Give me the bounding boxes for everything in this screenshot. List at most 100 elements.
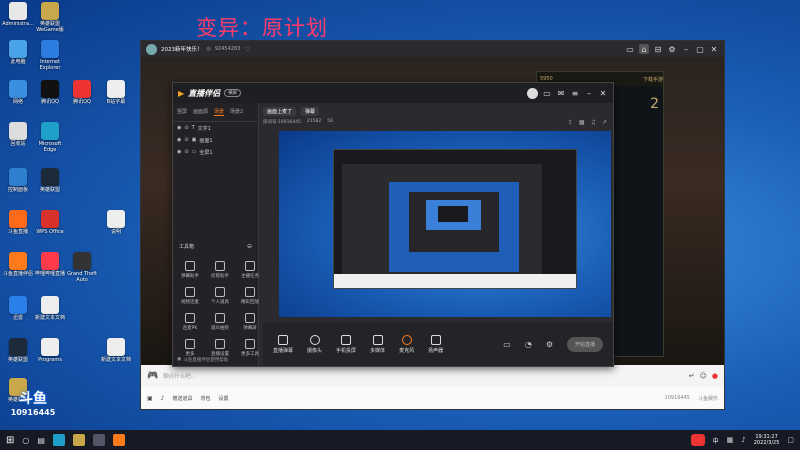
toolbox-item[interactable]: 更多工具 bbox=[235, 339, 265, 357]
bell-icon[interactable]: ♫ bbox=[591, 119, 596, 126]
eye-icon[interactable]: ◉ bbox=[177, 125, 181, 131]
mail-icon[interactable]: ✉ bbox=[556, 88, 566, 98]
toolbox-item[interactable]: 精彩回放 bbox=[235, 287, 265, 305]
record-icon[interactable]: ▭ bbox=[503, 340, 511, 349]
download-mobile-link[interactable]: 下载手游 bbox=[643, 76, 663, 83]
microphone-button[interactable]: 麦克风 bbox=[399, 334, 414, 354]
mode-badge[interactable]: 横屏 bbox=[224, 89, 242, 97]
desktop-icon[interactable]: Programs bbox=[34, 338, 66, 363]
phone-cast-button[interactable]: 手机投屏 bbox=[336, 334, 356, 354]
desktop-icon[interactable]: 哔哩哔哩直播 bbox=[34, 252, 66, 277]
share-arrow-icon[interactable]: ↗ bbox=[602, 119, 607, 126]
league-taskbar-icon[interactable] bbox=[72, 434, 85, 446]
desktop-icon[interactable]: Microsoft Edge bbox=[34, 122, 66, 153]
desktop-icon[interactable]: WPS Office bbox=[34, 210, 66, 235]
desktop-icon[interactable]: 腾讯QQ bbox=[66, 80, 98, 105]
controller-icon[interactable]: ⊟ bbox=[653, 44, 663, 54]
display-icon[interactable]: ▭ bbox=[625, 44, 635, 54]
volume-icon[interactable]: ♪ bbox=[741, 436, 745, 444]
toolbox-item[interactable]: 弹幕助手 bbox=[175, 261, 205, 279]
toolbox-item[interactable]: 视频连麦 bbox=[175, 287, 205, 305]
desktop-icon[interactable]: 英雄联盟 bbox=[34, 168, 66, 193]
emoji-icon[interactable]: ☺ bbox=[700, 372, 707, 380]
edge-taskbar-icon[interactable] bbox=[52, 434, 65, 446]
mic-settings-icon[interactable]: ◔ bbox=[525, 340, 532, 349]
eye-icon[interactable]: ◉ bbox=[177, 137, 181, 143]
toolbox-item[interactable]: 观众抽奖 bbox=[205, 313, 235, 331]
lock-icon[interactable]: ⊙ bbox=[184, 125, 188, 131]
desktop-icon[interactable]: 此电脑 bbox=[2, 40, 34, 65]
toolbox-item[interactable]: 弹幕屏 bbox=[235, 313, 265, 331]
search-icon[interactable]: ○ bbox=[22, 436, 29, 445]
toolbox-item[interactable]: 房管助手 bbox=[205, 261, 235, 279]
heart-icon[interactable]: ♡ bbox=[244, 46, 249, 53]
desktop-icon[interactable]: 英雄联盟 bbox=[2, 338, 34, 363]
clock[interactable]: 19:31:27 2022/3/25 bbox=[754, 434, 780, 446]
lock-icon[interactable]: ⊙ bbox=[184, 137, 188, 143]
screen-icon[interactable]: ▭ bbox=[542, 88, 552, 98]
desktop-icon[interactable]: 斗鱼直播伴侣 bbox=[2, 252, 34, 277]
avatar[interactable] bbox=[146, 43, 157, 55]
chat-input[interactable]: 聊点什么吧... bbox=[163, 372, 683, 380]
network-icon[interactable]: ▦ bbox=[727, 436, 734, 444]
desktop-icon[interactable]: 斗鱼直播 bbox=[2, 210, 34, 235]
mic-icon[interactable]: ● bbox=[712, 372, 718, 380]
gamepad-icon[interactable]: 🎮 bbox=[147, 371, 158, 381]
maximize-icon[interactable]: ▢ bbox=[695, 44, 705, 54]
gear-icon[interactable]: ⚙ bbox=[546, 340, 553, 349]
media-button[interactable]: 多媒体 bbox=[370, 334, 385, 354]
tab-scene-2[interactable]: 场景2 bbox=[230, 108, 243, 116]
close-icon[interactable]: ✕ bbox=[709, 44, 719, 54]
help-footer[interactable]: ▣ 斗鱼直播伴侣使用帮助 bbox=[177, 357, 228, 363]
ime-indicator[interactable]: 中 bbox=[713, 436, 719, 445]
tray-app-icon[interactable] bbox=[690, 434, 705, 446]
toolbox-item[interactable]: 主播任务 bbox=[235, 261, 265, 279]
desktop-icon[interactable]: 说明 bbox=[100, 210, 132, 235]
companion-taskbar-icon[interactable] bbox=[112, 434, 125, 446]
tab-scene[interactable]: 场景 bbox=[214, 108, 225, 116]
eye-icon[interactable]: ◉ bbox=[177, 149, 181, 155]
home-icon[interactable]: ⌂ bbox=[639, 44, 649, 54]
toolbox-item[interactable]: 连麦PK bbox=[175, 313, 205, 331]
gift-btn-label[interactable]: 赠送道具 bbox=[173, 395, 193, 402]
grid-icon[interactable]: ▦ bbox=[579, 119, 585, 126]
tab-danmaku[interactable]: 弹幕 bbox=[301, 107, 320, 116]
desktop-icon[interactable]: B站字幕 bbox=[100, 80, 132, 105]
desktop-icon[interactable]: 新建文本文档 bbox=[34, 296, 66, 321]
settings-btn-label[interactable]: 设置 bbox=[219, 395, 229, 402]
toolbox-item[interactable]: 直播设置 bbox=[205, 339, 235, 357]
desktop-icon[interactable]: 迅雷 bbox=[2, 296, 34, 321]
menu-icon[interactable]: ≡ bbox=[570, 88, 580, 98]
share-icon[interactable]: ⇪ bbox=[568, 119, 573, 126]
toolbox-item[interactable]: 个人道具 bbox=[205, 287, 235, 305]
desktop-icon[interactable]: 网络 bbox=[2, 80, 34, 105]
desktop-icon[interactable]: 腾讯QQ bbox=[34, 80, 66, 105]
desktop-icon[interactable]: 英雄联盟 WeGame版 bbox=[34, 2, 66, 33]
task-view-icon[interactable]: ▤ bbox=[37, 436, 45, 445]
desktop-icon[interactable]: 新建文本文档 bbox=[100, 338, 132, 363]
stream-taskbar-icon[interactable] bbox=[92, 434, 105, 446]
source-item[interactable]: ◉ ⊙ ▣ 画面1 bbox=[173, 134, 258, 146]
speaker-icon[interactable]: ♪ bbox=[161, 395, 165, 402]
notification-icon[interactable]: ▢ bbox=[787, 436, 794, 444]
settings-icon[interactable]: ⚙ bbox=[667, 44, 677, 54]
danmaku-button[interactable]: 直播弹幕 bbox=[273, 334, 293, 354]
tab-portrait[interactable]: 竖屏 bbox=[177, 108, 187, 116]
desktop-icon[interactable]: 回收站 bbox=[2, 122, 34, 147]
speaker-button[interactable]: 扬声器 bbox=[428, 334, 443, 354]
desktop-icon[interactable]: Internet Explorer bbox=[34, 40, 66, 71]
tab-sources[interactable]: 画面源 bbox=[193, 108, 208, 116]
start-live-button[interactable]: 开始直播 bbox=[566, 336, 603, 352]
desktop-icon[interactable]: Administra... bbox=[2, 2, 34, 27]
windows-start-icon[interactable]: ⊞ bbox=[6, 435, 14, 446]
user-avatar[interactable] bbox=[527, 87, 538, 99]
source-item[interactable]: ◉ ⊙ T 文字1 bbox=[173, 122, 258, 134]
minimize-icon[interactable]: – bbox=[584, 88, 594, 98]
toolbox-collapse-icon[interactable]: ⊖ bbox=[247, 243, 252, 250]
minimize-icon[interactable]: – bbox=[681, 44, 691, 54]
lock-icon[interactable]: ⊙ bbox=[184, 149, 188, 155]
toolbox-item[interactable]: 更多 bbox=[175, 339, 205, 357]
desktop-icon[interactable]: 控制面板 bbox=[2, 168, 34, 193]
desktop-icon[interactable]: Grand Theft Auto bbox=[66, 252, 98, 283]
tab-mic-on[interactable]: 画面上麦了 bbox=[263, 107, 297, 116]
